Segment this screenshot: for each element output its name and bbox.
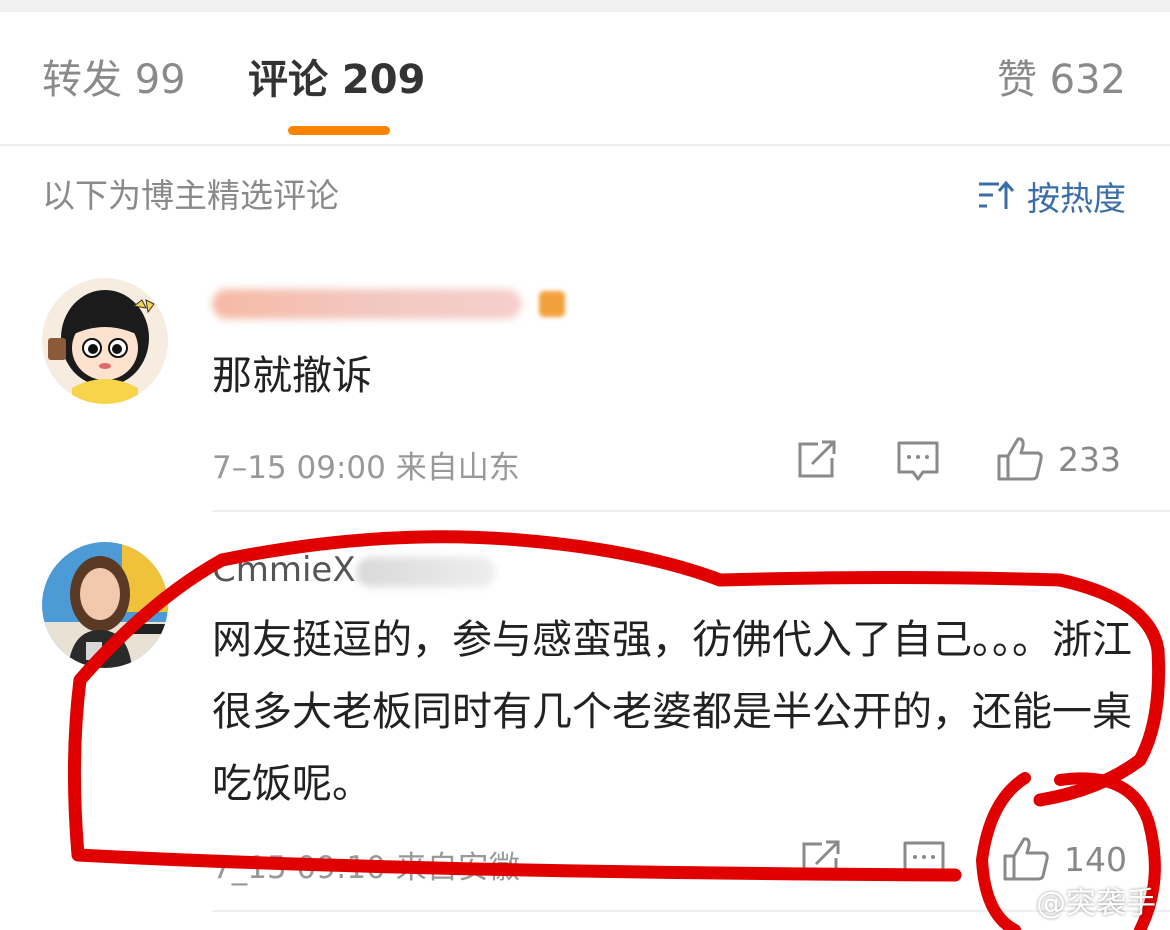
share-icon: [800, 840, 842, 880]
watermark: @突袭手: [996, 878, 1156, 922]
username-visible: CmmieX: [212, 550, 356, 590]
avatar[interactable]: [42, 278, 168, 404]
selected-comments-label: 以下为博主精选评论: [42, 176, 339, 215]
sort-icon: [977, 179, 1015, 213]
avatar[interactable]: [42, 542, 168, 668]
blurred-username: [355, 556, 496, 587]
reply-button[interactable]: [896, 440, 940, 484]
comment-icon: [902, 840, 946, 884]
comment-icon: [896, 440, 940, 484]
thumbs-up-icon: [996, 436, 1044, 482]
active-tab-indicator: [288, 126, 390, 135]
comment-username[interactable]: [212, 282, 565, 322]
tab-comment[interactable]: 评论 209: [248, 56, 425, 104]
weibo-logo-icon: [996, 882, 1030, 918]
comment-meta: 7–15 09:00 来自山东: [212, 450, 520, 486]
thumbs-up-icon: [1002, 836, 1050, 882]
reply-button[interactable]: [902, 840, 946, 884]
comment-username[interactable]: CmmieX: [212, 550, 496, 590]
status-strip: [0, 0, 1170, 12]
share-button[interactable]: [796, 440, 838, 480]
sort-by-hot-button[interactable]: 按热度: [977, 174, 1126, 218]
share-icon: [796, 440, 838, 480]
like-button[interactable]: 140: [1002, 836, 1127, 882]
like-count: 233: [1058, 439, 1121, 479]
comment-filter-bar: 以下为博主精选评论 按热度: [0, 146, 1170, 246]
like-count: 140: [1064, 839, 1127, 879]
badge-icon: [538, 290, 565, 317]
tab-bar: 转发 99 评论 209 赞 632: [0, 12, 1170, 146]
comment-text: 网友挺逗的，参与感蛮强，彷佛代入了自己。。。浙江很多大老板同时有几个老婆都是半公…: [212, 617, 1132, 807]
like-button[interactable]: 233: [996, 436, 1121, 482]
comment-divider: [212, 510, 1170, 512]
share-button[interactable]: [800, 840, 842, 880]
blurred-username: [212, 288, 522, 319]
tab-repost[interactable]: 转发 99: [42, 56, 186, 104]
comment-meta: 7_15 09:10 来自安徽: [212, 850, 520, 886]
watermark-text: @突袭手: [1036, 886, 1156, 921]
tab-like[interactable]: 赞 632: [997, 56, 1126, 104]
comment-text: 那就撤诉: [212, 353, 372, 399]
sort-label: 按热度: [1027, 179, 1126, 218]
